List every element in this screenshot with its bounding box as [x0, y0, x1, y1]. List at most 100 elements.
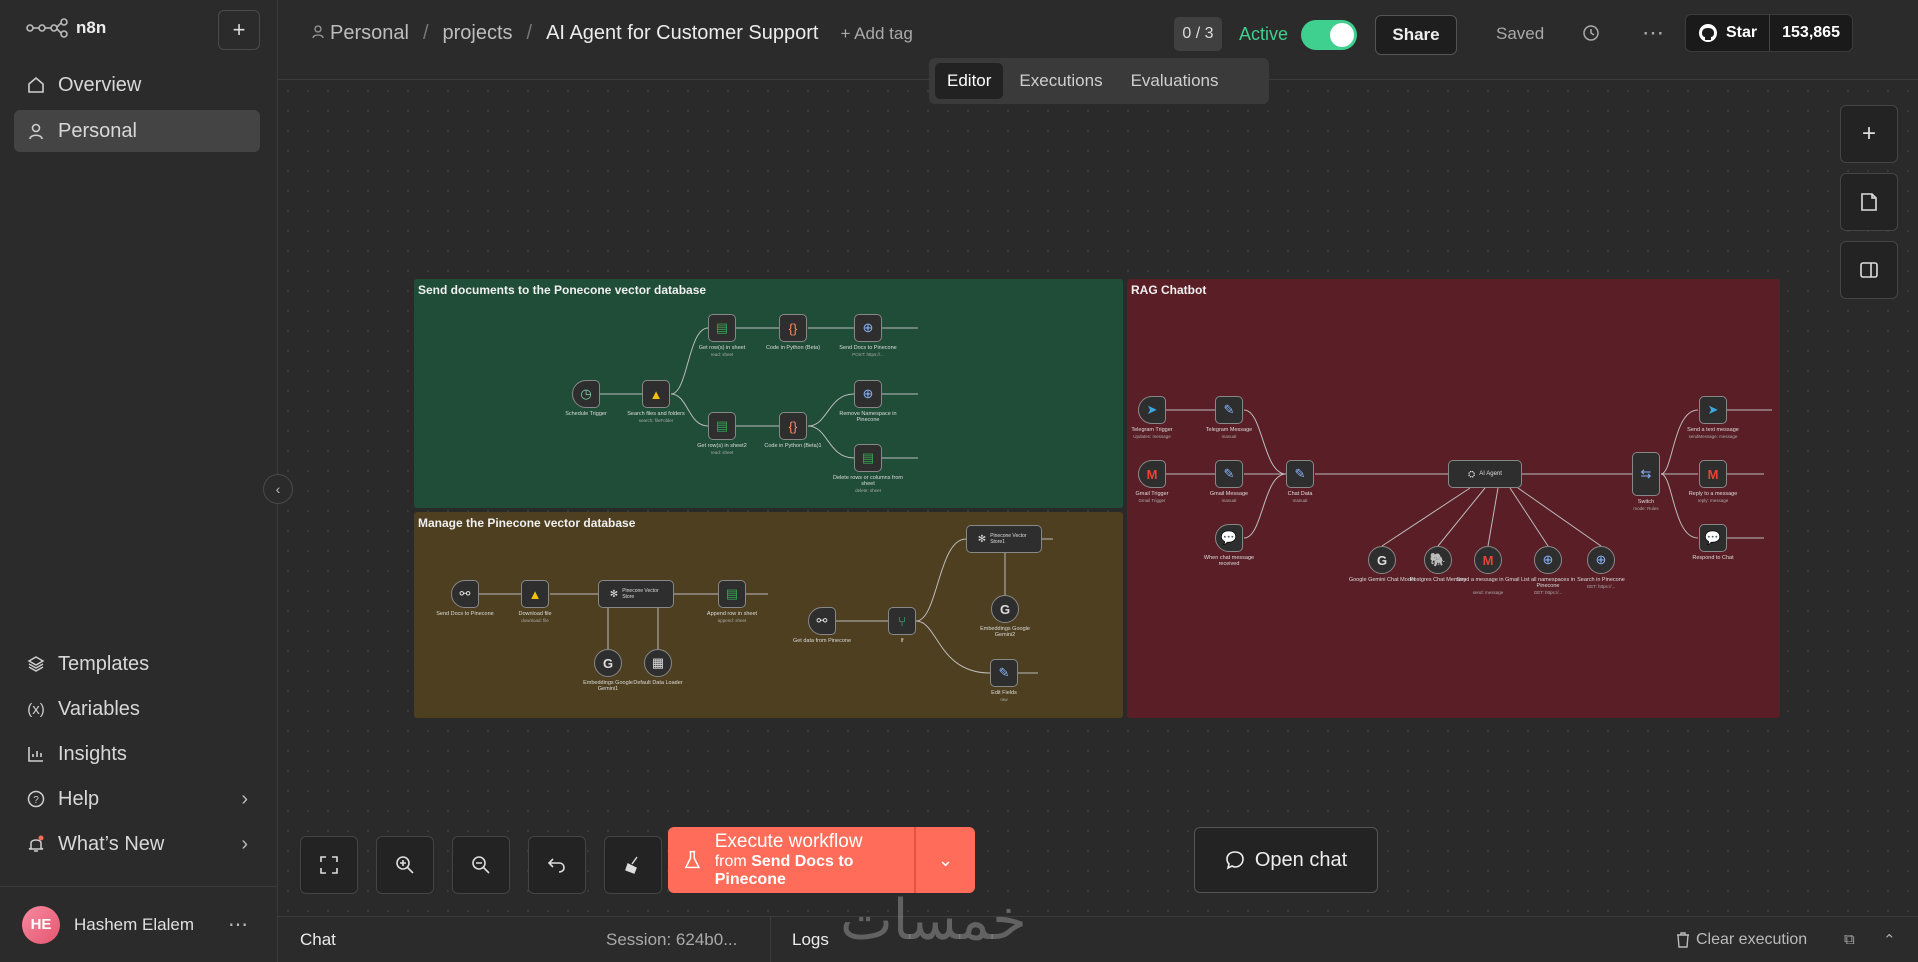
execute-dropdown-button[interactable]: ⌄: [916, 850, 975, 871]
zoom-in-button[interactable]: [376, 836, 434, 894]
node-switch[interactable]: ⇆: [1632, 452, 1660, 496]
add-node-button[interactable]: +: [1840, 105, 1898, 163]
node-chat-trigger[interactable]: 💬: [1215, 524, 1243, 552]
active-toggle[interactable]: [1301, 20, 1357, 50]
node-code-python1[interactable]: {}: [779, 412, 807, 440]
node-delete-rows[interactable]: ▤: [854, 444, 882, 472]
node-search-files[interactable]: ▲: [642, 380, 670, 408]
tab-editor[interactable]: Editor: [935, 63, 1004, 99]
node-schedule-trigger[interactable]: ◷: [572, 380, 600, 408]
node-gmail-trigger[interactable]: M: [1138, 460, 1166, 488]
chevron-up-icon[interactable]: ⌃: [1883, 931, 1896, 949]
collapse-sidebar-button[interactable]: ‹: [263, 474, 293, 504]
workflow-canvas[interactable]: + Send documents to the Ponecone vector …: [278, 81, 1918, 916]
gmail-icon: M: [1146, 466, 1158, 482]
trash-icon: [1677, 931, 1689, 948]
node-label: Send a text message: [1687, 427, 1739, 433]
clear-execution-button[interactable]: Clear execution: [1676, 931, 1807, 949]
plus-icon: +: [232, 17, 246, 42]
sidebar-item-overview[interactable]: Overview: [14, 64, 260, 106]
sidebar-item-insights[interactable]: Insights: [14, 733, 260, 775]
node-send-text-message[interactable]: ➤: [1699, 396, 1727, 424]
toggle-panel-button[interactable]: [1840, 241, 1898, 299]
sidebar-item-personal[interactable]: Personal: [14, 110, 260, 152]
user-menu[interactable]: HE Hashem Elalem ⋯: [0, 886, 278, 962]
node-get-data-pinecone[interactable]: ⚯: [808, 607, 836, 635]
github-star-count: 153,865: [1782, 24, 1840, 41]
node-pinecone-vector-store[interactable]: ✻ Pinecone Vector Store: [598, 580, 674, 608]
node-label: Delete rows or columns from sheet: [833, 475, 903, 487]
workflow-name[interactable]: AI Agent for Customer Support: [546, 22, 818, 45]
node-get-rows-sheet2[interactable]: ▤: [708, 412, 736, 440]
node-append-row[interactable]: ▤: [718, 580, 746, 608]
node-telegram-trigger[interactable]: ➤: [1138, 396, 1166, 424]
github-star-button[interactable]: Star: [1686, 15, 1771, 51]
execute-workflow-button[interactable]: Execute workflow from Send Docs to Pinec…: [668, 827, 975, 893]
node-postgres-memory[interactable]: 🐘: [1424, 546, 1452, 574]
node-embeddings-gemini1[interactable]: G: [594, 649, 622, 677]
undo-button[interactable]: [528, 836, 586, 894]
breadcrumb-projects[interactable]: projects: [443, 22, 513, 45]
node-code-python[interactable]: {}: [779, 314, 807, 342]
node-search-pinecone[interactable]: ⊕: [1587, 546, 1615, 574]
tidy-up-button[interactable]: [604, 836, 662, 894]
more-icon[interactable]: ⋯: [228, 912, 248, 937]
node-send-docs-pinecone[interactable]: ⊕: [854, 314, 882, 342]
sticky-send-documents[interactable]: Send documents to the Ponecone vector da…: [414, 279, 1123, 508]
node-gemini-chat-model[interactable]: G: [1368, 546, 1396, 574]
github-star-widget[interactable]: Star 153,865: [1685, 14, 1853, 52]
history-icon[interactable]: [1582, 24, 1600, 47]
sidebar-item-templates[interactable]: Templates: [14, 643, 260, 685]
node-default-data-loader[interactable]: ▦: [644, 649, 672, 677]
breadcrumb-personal[interactable]: Personal: [330, 22, 409, 45]
node-download-file[interactable]: ▲: [521, 580, 549, 608]
node-chat-data[interactable]: ✎: [1286, 460, 1314, 488]
node-list-namespaces[interactable]: ⊕: [1534, 546, 1562, 574]
n8n-logo[interactable]: n8n: [26, 18, 106, 38]
execute-main[interactable]: Execute workflow from Send Docs to Pinec…: [668, 827, 916, 893]
create-button[interactable]: +: [218, 10, 260, 50]
switch-icon: ⇆: [1640, 466, 1652, 481]
if-icon: ⑂: [898, 613, 906, 629]
node-telegram-message[interactable]: ✎: [1215, 396, 1243, 424]
node-send-gmail[interactable]: M: [1474, 546, 1502, 574]
node-label: Embeddings Google Gemini2: [980, 626, 1030, 638]
node-embeddings-gemini2[interactable]: G: [991, 595, 1019, 623]
user-icon: [26, 121, 46, 141]
zoom-out-button[interactable]: [452, 836, 510, 894]
chat-panel-tab[interactable]: Chat: [300, 930, 336, 950]
node-reply-message[interactable]: M: [1699, 460, 1727, 488]
node-ai-agent[interactable]: ⛭ AI Agent: [1448, 460, 1522, 488]
node-get-rows-sheet[interactable]: ▤: [708, 314, 736, 342]
share-button[interactable]: Share: [1375, 15, 1457, 55]
node-edit-fields[interactable]: ✎: [990, 659, 1018, 687]
tab-executions[interactable]: Executions: [1007, 63, 1114, 99]
node-respond-chat[interactable]: 💬: [1699, 524, 1727, 552]
open-chat-button[interactable]: Open chat: [1194, 827, 1378, 893]
logs-panel-tab[interactable]: Logs: [792, 930, 829, 950]
home-icon: [26, 75, 46, 95]
sidebar-item-variables[interactable]: (x) Variables: [14, 688, 260, 730]
popout-icon[interactable]: ⧉: [1844, 931, 1855, 948]
node-subtitle: read: sheet: [710, 352, 734, 357]
node-subtitle: mode: Rules: [1633, 506, 1659, 511]
sticky-note-button[interactable]: [1840, 173, 1898, 231]
telegram-icon: ➤: [1707, 402, 1719, 417]
add-tag-button[interactable]: + Add tag: [840, 24, 912, 44]
sidebar-item-whats-new[interactable]: What’s New ›: [14, 823, 260, 865]
node-label: Respond to Chat: [1692, 555, 1734, 561]
node-label: When chat message received: [1203, 555, 1255, 567]
node-pinecone-vector-store1[interactable]: ✻ Pinecone Vector Store1: [966, 525, 1042, 553]
tab-evaluations[interactable]: Evaluations: [1119, 63, 1231, 99]
sidebar-item-help[interactable]: ? Help ›: [14, 778, 260, 820]
node-subtitle: download: file: [521, 618, 549, 623]
fit-view-button[interactable]: [300, 836, 358, 894]
production-counter[interactable]: 0 / 3: [1174, 17, 1222, 51]
node-label: If: [900, 638, 904, 644]
node-gmail-message[interactable]: ✎: [1215, 460, 1243, 488]
node-remove-namespace[interactable]: ⊕: [854, 380, 882, 408]
node-label: Code in Python (Beta)1: [764, 443, 822, 449]
node-if[interactable]: ⑂: [888, 607, 916, 635]
more-options-icon[interactable]: ⋯: [1642, 20, 1664, 46]
node-webhook-send-docs[interactable]: ⚯: [451, 580, 479, 608]
